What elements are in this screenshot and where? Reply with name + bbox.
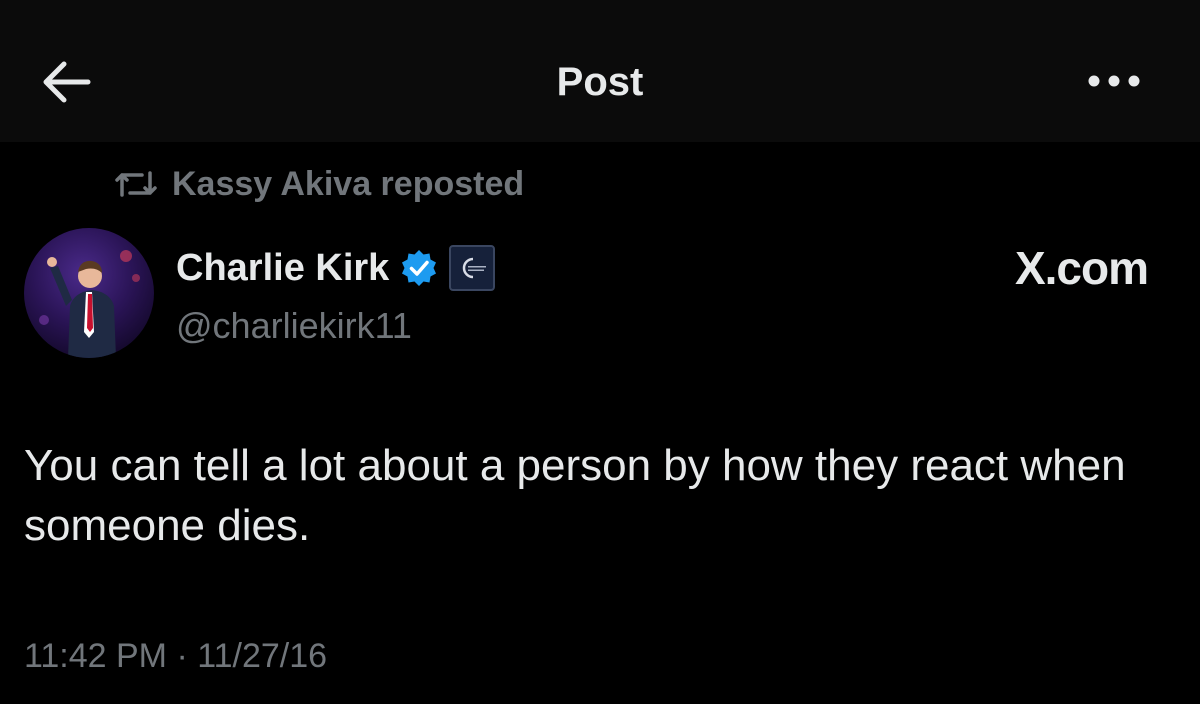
author-handle[interactable]: @charliekirk11 xyxy=(176,302,412,350)
organization-affiliate-badge-icon[interactable] xyxy=(449,245,496,291)
repost-label: Kassy Akiva reposted xyxy=(172,165,525,203)
source-label: X.com xyxy=(1014,242,1149,294)
profile-photo xyxy=(24,228,154,358)
repost-indicator[interactable]: Kassy Akiva reposted xyxy=(114,160,524,208)
avatar[interactable] xyxy=(24,228,154,358)
top-bar: Post xyxy=(0,0,1200,142)
verified-badge-icon[interactable] xyxy=(399,248,439,288)
post-text: You can tell a lot about a person by how… xyxy=(24,441,1126,550)
post-timestamp[interactable]: 11:42 PM · 11/27/16 xyxy=(24,632,327,680)
more-horizontal-icon xyxy=(1088,75,1140,87)
repost-icon xyxy=(115,171,157,197)
author-name-row: Charlie Kirk xyxy=(176,242,496,294)
page-title: Post xyxy=(556,60,644,104)
author-name[interactable]: Charlie Kirk xyxy=(176,244,389,292)
more-options-button[interactable] xyxy=(1084,66,1144,96)
